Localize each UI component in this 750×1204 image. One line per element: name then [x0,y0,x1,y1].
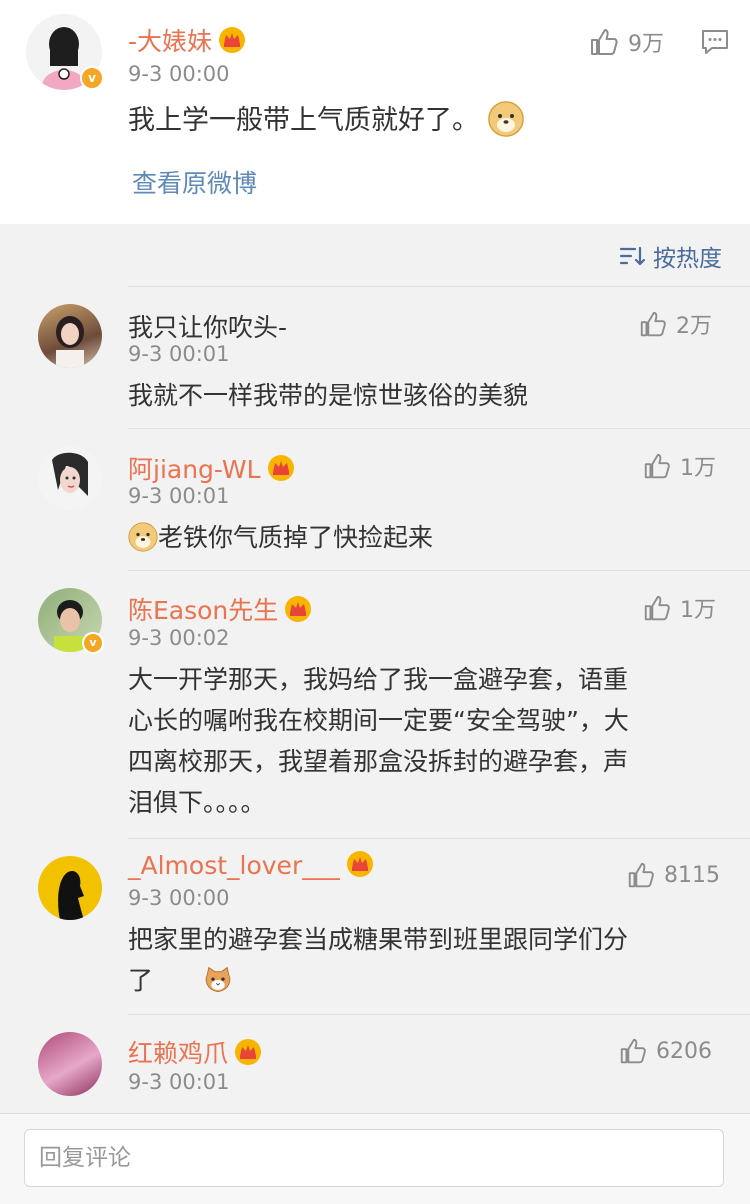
commenter-name[interactable]: _Almost_lover___ [128,850,374,884]
thumbs-up-icon [644,595,670,621]
sort-by-hot-button[interactable]: 按热度 [619,239,722,273]
comment-time: 9-3 00:01 [128,342,230,366]
post-text: 我上学一般带上气质就好了。 [128,100,524,141]
cat-emoji-icon [203,965,233,995]
crown-badge-icon [218,26,246,60]
divider [128,286,750,287]
doge-emoji-icon [128,522,158,552]
commenter-avatar[interactable] [38,856,102,920]
post-author-name[interactable]: -大婊妹 [128,22,246,60]
comment-time: 9-3 00:01 [128,484,230,508]
comment-time: 9-3 00:00 [128,886,230,910]
commenter-name[interactable]: 红赖鸡爪 [128,1034,262,1072]
original-post: v -大婊妹 9-3 00:00 9万 我上学一般带上气质就好了。 查看原微博 [0,0,750,224]
commenter-avatar[interactable] [38,446,102,510]
divider [128,1014,750,1015]
commenter-avatar[interactable] [38,304,102,368]
comment-like-button[interactable]: 6206 [618,1036,712,1066]
comment-like-button[interactable]: 2万 [638,308,712,340]
commenter-name[interactable]: 我只让你吹头- [128,308,287,344]
divider [128,570,750,571]
thumbs-up-icon [640,311,666,337]
verified-badge-icon: v [80,66,104,90]
sort-icon [619,246,645,266]
comment-like-button[interactable]: 1万 [642,450,716,482]
comment-text: 老铁你气质掉了快捡起来 [128,517,433,558]
crown-badge-icon [346,850,374,884]
comment-icon[interactable] [700,28,730,60]
comment-text: 把家里的避孕套当成糖果带到班里跟同学们分 了 [128,925,629,995]
author-avatar[interactable]: v [26,14,104,90]
thumbs-up-icon [628,862,654,888]
divider [128,838,750,839]
divider [128,428,750,429]
comment-text: 我就不一样我带的是惊世骇俗的美貌 [128,381,529,410]
commenter-avatar[interactable]: v [38,588,104,654]
crown-badge-icon [267,454,295,488]
commenter-avatar[interactable] [38,1032,102,1096]
thumbs-up-icon [620,1038,646,1064]
comment-like-button[interactable]: 8115 [626,860,720,890]
verified-badge-icon: v [82,632,104,654]
crown-badge-icon [284,595,312,629]
comment-like-button[interactable]: 1万 [642,592,716,624]
reply-input[interactable]: 回复评论 [24,1129,724,1187]
comment-text: 大一开学那天，我妈给了我一盒避孕套，语重 心长的嘱咐我在校期间一定要“安全驾驶”… [128,665,629,817]
commenter-name[interactable]: 陈Eason先生 [128,591,312,629]
comment-time: 9-3 00:02 [128,626,230,650]
post-like-button[interactable]: 9万 [588,26,664,58]
commenter-name[interactable]: 阿jiang-WL [128,450,295,488]
thumbs-up-icon [644,453,670,479]
view-original-link[interactable]: 查看原微博 [132,164,257,200]
thumbs-up-icon [591,29,618,55]
comment-time: 9-3 00:01 [128,1070,230,1094]
post-time: 9-3 00:00 [128,62,230,86]
crown-badge-icon [234,1038,262,1072]
doge-emoji-icon [487,101,524,137]
